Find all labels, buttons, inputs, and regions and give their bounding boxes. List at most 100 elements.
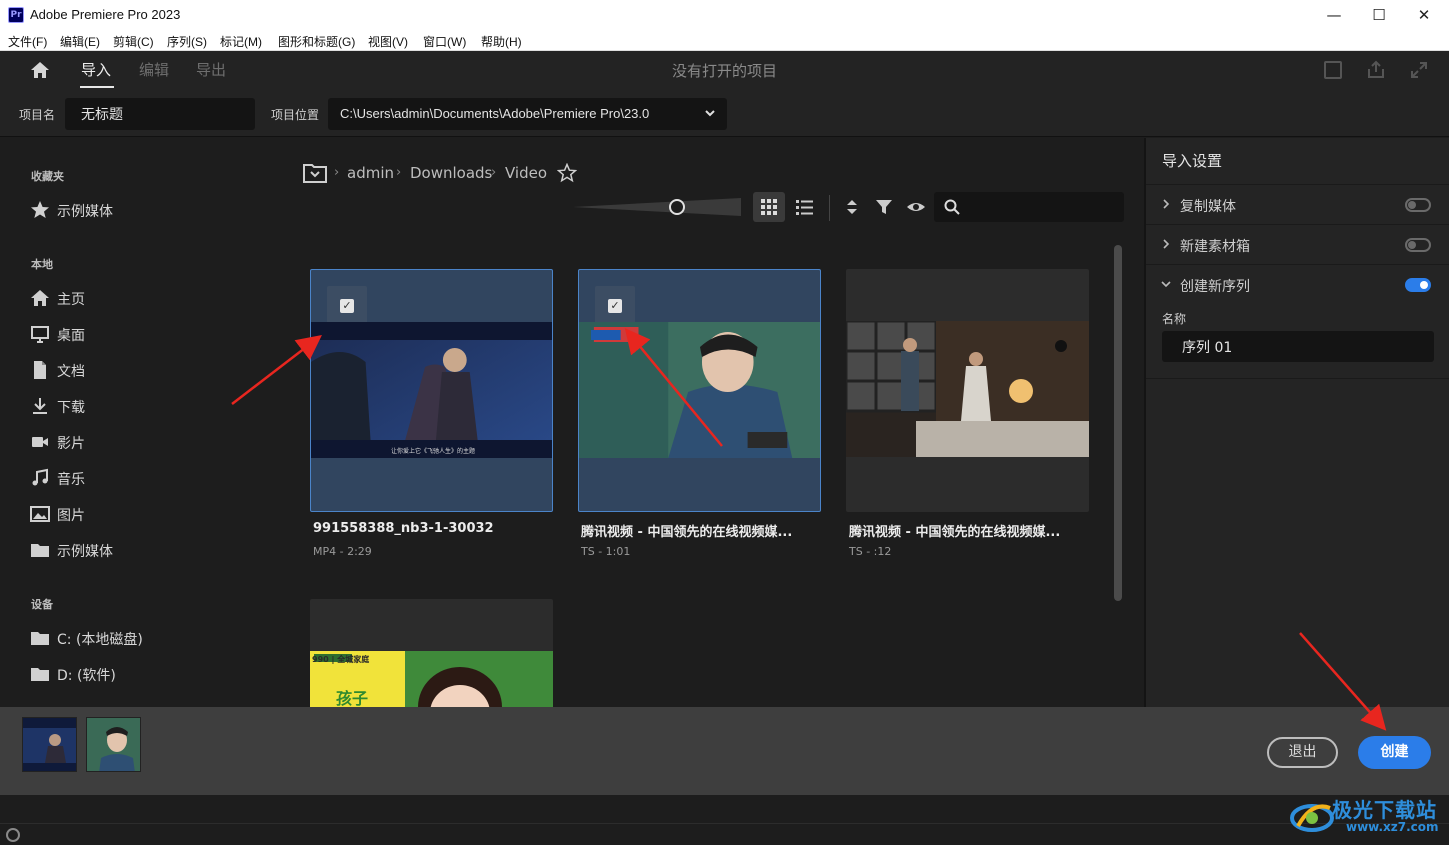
sidebar-item-sample-media[interactable]: 示例媒体 xyxy=(30,538,270,562)
sidebar-item-downloads[interactable]: 下载 xyxy=(30,394,270,418)
chevron-down-icon xyxy=(1161,281,1171,288)
clip-meta: TS - 1:01 xyxy=(581,545,631,558)
breadcrumb-separator: › xyxy=(396,165,402,180)
divider xyxy=(0,823,1449,824)
breadcrumb-downloads[interactable]: Downloads xyxy=(410,164,492,182)
watermark-text: 极光下载站 xyxy=(1332,798,1437,822)
selected-clip-thumbnail[interactable] xyxy=(22,717,77,772)
filter-icon[interactable] xyxy=(874,197,894,217)
sidebar-item-drive-d[interactable]: D: (软件) xyxy=(30,662,270,686)
watermark: 极光下载站 www.xz7.com xyxy=(1290,790,1445,840)
menu-graphics[interactable]: 图形和标题(G) xyxy=(278,33,355,50)
sidebar-item-desktop[interactable]: 桌面 xyxy=(30,322,270,346)
chevron-right-icon xyxy=(1163,239,1170,249)
share-icon[interactable] xyxy=(1366,60,1386,80)
premiere-logo-icon: Pr xyxy=(8,7,24,23)
sidebar-item-home[interactable]: 主页 xyxy=(30,286,270,310)
sidebar-item-music[interactable]: 音乐 xyxy=(30,466,270,490)
clip-meta: MP4 - 2:29 xyxy=(313,545,372,558)
check-icon: ✓ xyxy=(608,299,622,313)
sidebar-item-label: C: (本地磁盘) xyxy=(57,632,143,648)
menu-window[interactable]: 窗口(W) xyxy=(423,33,466,50)
sidebar-item-documents[interactable]: 文档 xyxy=(30,358,270,382)
clip-thumbnail xyxy=(311,322,552,458)
chevron-down-icon xyxy=(705,110,715,117)
project-name-input[interactable]: 无标题 xyxy=(65,98,255,130)
breadcrumb-admin[interactable]: admin xyxy=(347,164,394,182)
create-sequence-toggle[interactable] xyxy=(1405,278,1431,292)
breadcrumb-separator: › xyxy=(334,165,340,180)
eye-icon[interactable] xyxy=(906,197,926,217)
selected-clip-thumbnail[interactable] xyxy=(86,717,141,772)
slider-knob[interactable] xyxy=(669,199,685,215)
menu-edit[interactable]: 编辑(E) xyxy=(60,33,100,50)
new-bin-row[interactable]: 新建素材箱 xyxy=(1146,224,1449,264)
thumbnail-caption: 990 | 全城家庭 xyxy=(312,655,370,664)
document-icon xyxy=(34,361,46,379)
sidebar-item-drive-c[interactable]: C: (本地磁盘) xyxy=(30,626,270,650)
sort-icon[interactable] xyxy=(842,197,862,217)
sidebar-item-sample-media-favorite[interactable]: 示例媒体 xyxy=(30,198,270,222)
thumbnail-caption: 孩子 xyxy=(336,689,369,708)
copy-media-toggle[interactable] xyxy=(1405,198,1431,212)
workspace-header: 导入 编辑 导出 没有打开的项目 xyxy=(0,51,1449,89)
list-view-icon[interactable] xyxy=(795,197,815,217)
sidebar-item-label: 示例媒体 xyxy=(57,544,113,560)
quick-export-icon[interactable] xyxy=(1324,61,1342,79)
clip-thumbnail xyxy=(846,321,1089,457)
breadcrumb-separator: › xyxy=(491,165,497,180)
copy-media-label: 复制媒体 xyxy=(1180,199,1236,215)
creative-cloud-icon xyxy=(6,828,20,842)
minimize-button[interactable]: — xyxy=(1311,0,1357,30)
media-card[interactable]: 990 | 全城家庭 孩子 xyxy=(310,599,553,707)
copy-media-row[interactable]: 复制媒体 xyxy=(1146,184,1449,224)
clip-thumbnail xyxy=(87,718,140,771)
sequence-name-input[interactable]: 序列 01 xyxy=(1162,331,1434,362)
media-card[interactable]: ✓ xyxy=(578,269,821,512)
checkbox[interactable]: ✓ xyxy=(327,286,367,326)
thumbnail-size-slider[interactable] xyxy=(573,198,741,216)
menu-markers[interactable]: 标记(M) xyxy=(220,33,262,50)
sidebar-item-label: D: (软件) xyxy=(57,668,116,684)
search-input[interactable] xyxy=(934,192,1124,222)
menu-bar: 文件(F) 编辑(E) 剪辑(C) 序列(S) 标记(M) 图形和标题(G) 视… xyxy=(0,30,1449,51)
search-icon xyxy=(944,199,960,215)
create-sequence-row[interactable]: 创建新序列 xyxy=(1146,264,1449,304)
checkbox[interactable]: ✓ xyxy=(595,286,635,326)
menu-clip[interactable]: 剪辑(C) xyxy=(113,33,154,50)
new-bin-toggle[interactable] xyxy=(1405,238,1431,252)
sidebar-item-label: 桌面 xyxy=(57,328,85,344)
toolbar-divider xyxy=(829,195,830,221)
create-button[interactable]: 创建 xyxy=(1358,736,1431,769)
media-card[interactable]: ✓ 让你爱上它《飞驰人生》的主题 xyxy=(310,269,553,512)
grid-icon xyxy=(761,199,777,215)
grid-view-button[interactable] xyxy=(753,192,785,222)
menu-sequence[interactable]: 序列(S) xyxy=(167,33,207,50)
fullscreen-icon[interactable] xyxy=(1410,61,1428,79)
breadcrumb-video[interactable]: Video xyxy=(505,164,547,182)
maximize-button[interactable]: ☐ xyxy=(1356,0,1402,30)
project-location-dropdown[interactable]: C:\Users\admin\Documents\Adobe\Premiere … xyxy=(328,98,727,130)
clip-thumbnail xyxy=(23,718,76,771)
folder-dropdown-icon[interactable] xyxy=(303,162,327,184)
folder-icon xyxy=(31,544,49,557)
menu-help[interactable]: 帮助(H) xyxy=(481,33,522,50)
project-name-label: 项目名 xyxy=(19,108,56,122)
media-card[interactable] xyxy=(846,269,1089,512)
import-settings-panel: 导入设置 复制媒体 新建素材箱 创建新序列 名称 序列 01 xyxy=(1144,138,1449,707)
breadcrumb: › admin › Downloads › Video xyxy=(303,162,703,186)
sidebar-item-movies[interactable]: 影片 xyxy=(30,430,270,454)
sidebar-item-label: 文档 xyxy=(57,364,85,380)
close-button[interactable]: ✕ xyxy=(1401,0,1447,30)
menu-file[interactable]: 文件(F) xyxy=(8,33,47,50)
thumbnail-caption: 让你爱上它《飞驰人生》的主题 xyxy=(391,448,476,455)
favorite-star-icon[interactable] xyxy=(557,163,577,183)
clip-meta: TS - :12 xyxy=(849,545,892,558)
sidebar: 收藏夹 示例媒体 本地 主页 桌面 文档 下载 影片 音乐 图片 示例媒体 设备… xyxy=(0,138,298,707)
sidebar-item-pictures[interactable]: 图片 xyxy=(30,502,270,526)
scrollbar[interactable] xyxy=(1114,245,1122,601)
menu-view[interactable]: 视图(V) xyxy=(368,33,408,50)
exit-button[interactable]: 退出 xyxy=(1267,737,1338,768)
folder-icon xyxy=(31,632,49,645)
sidebar-item-label: 影片 xyxy=(57,436,85,452)
